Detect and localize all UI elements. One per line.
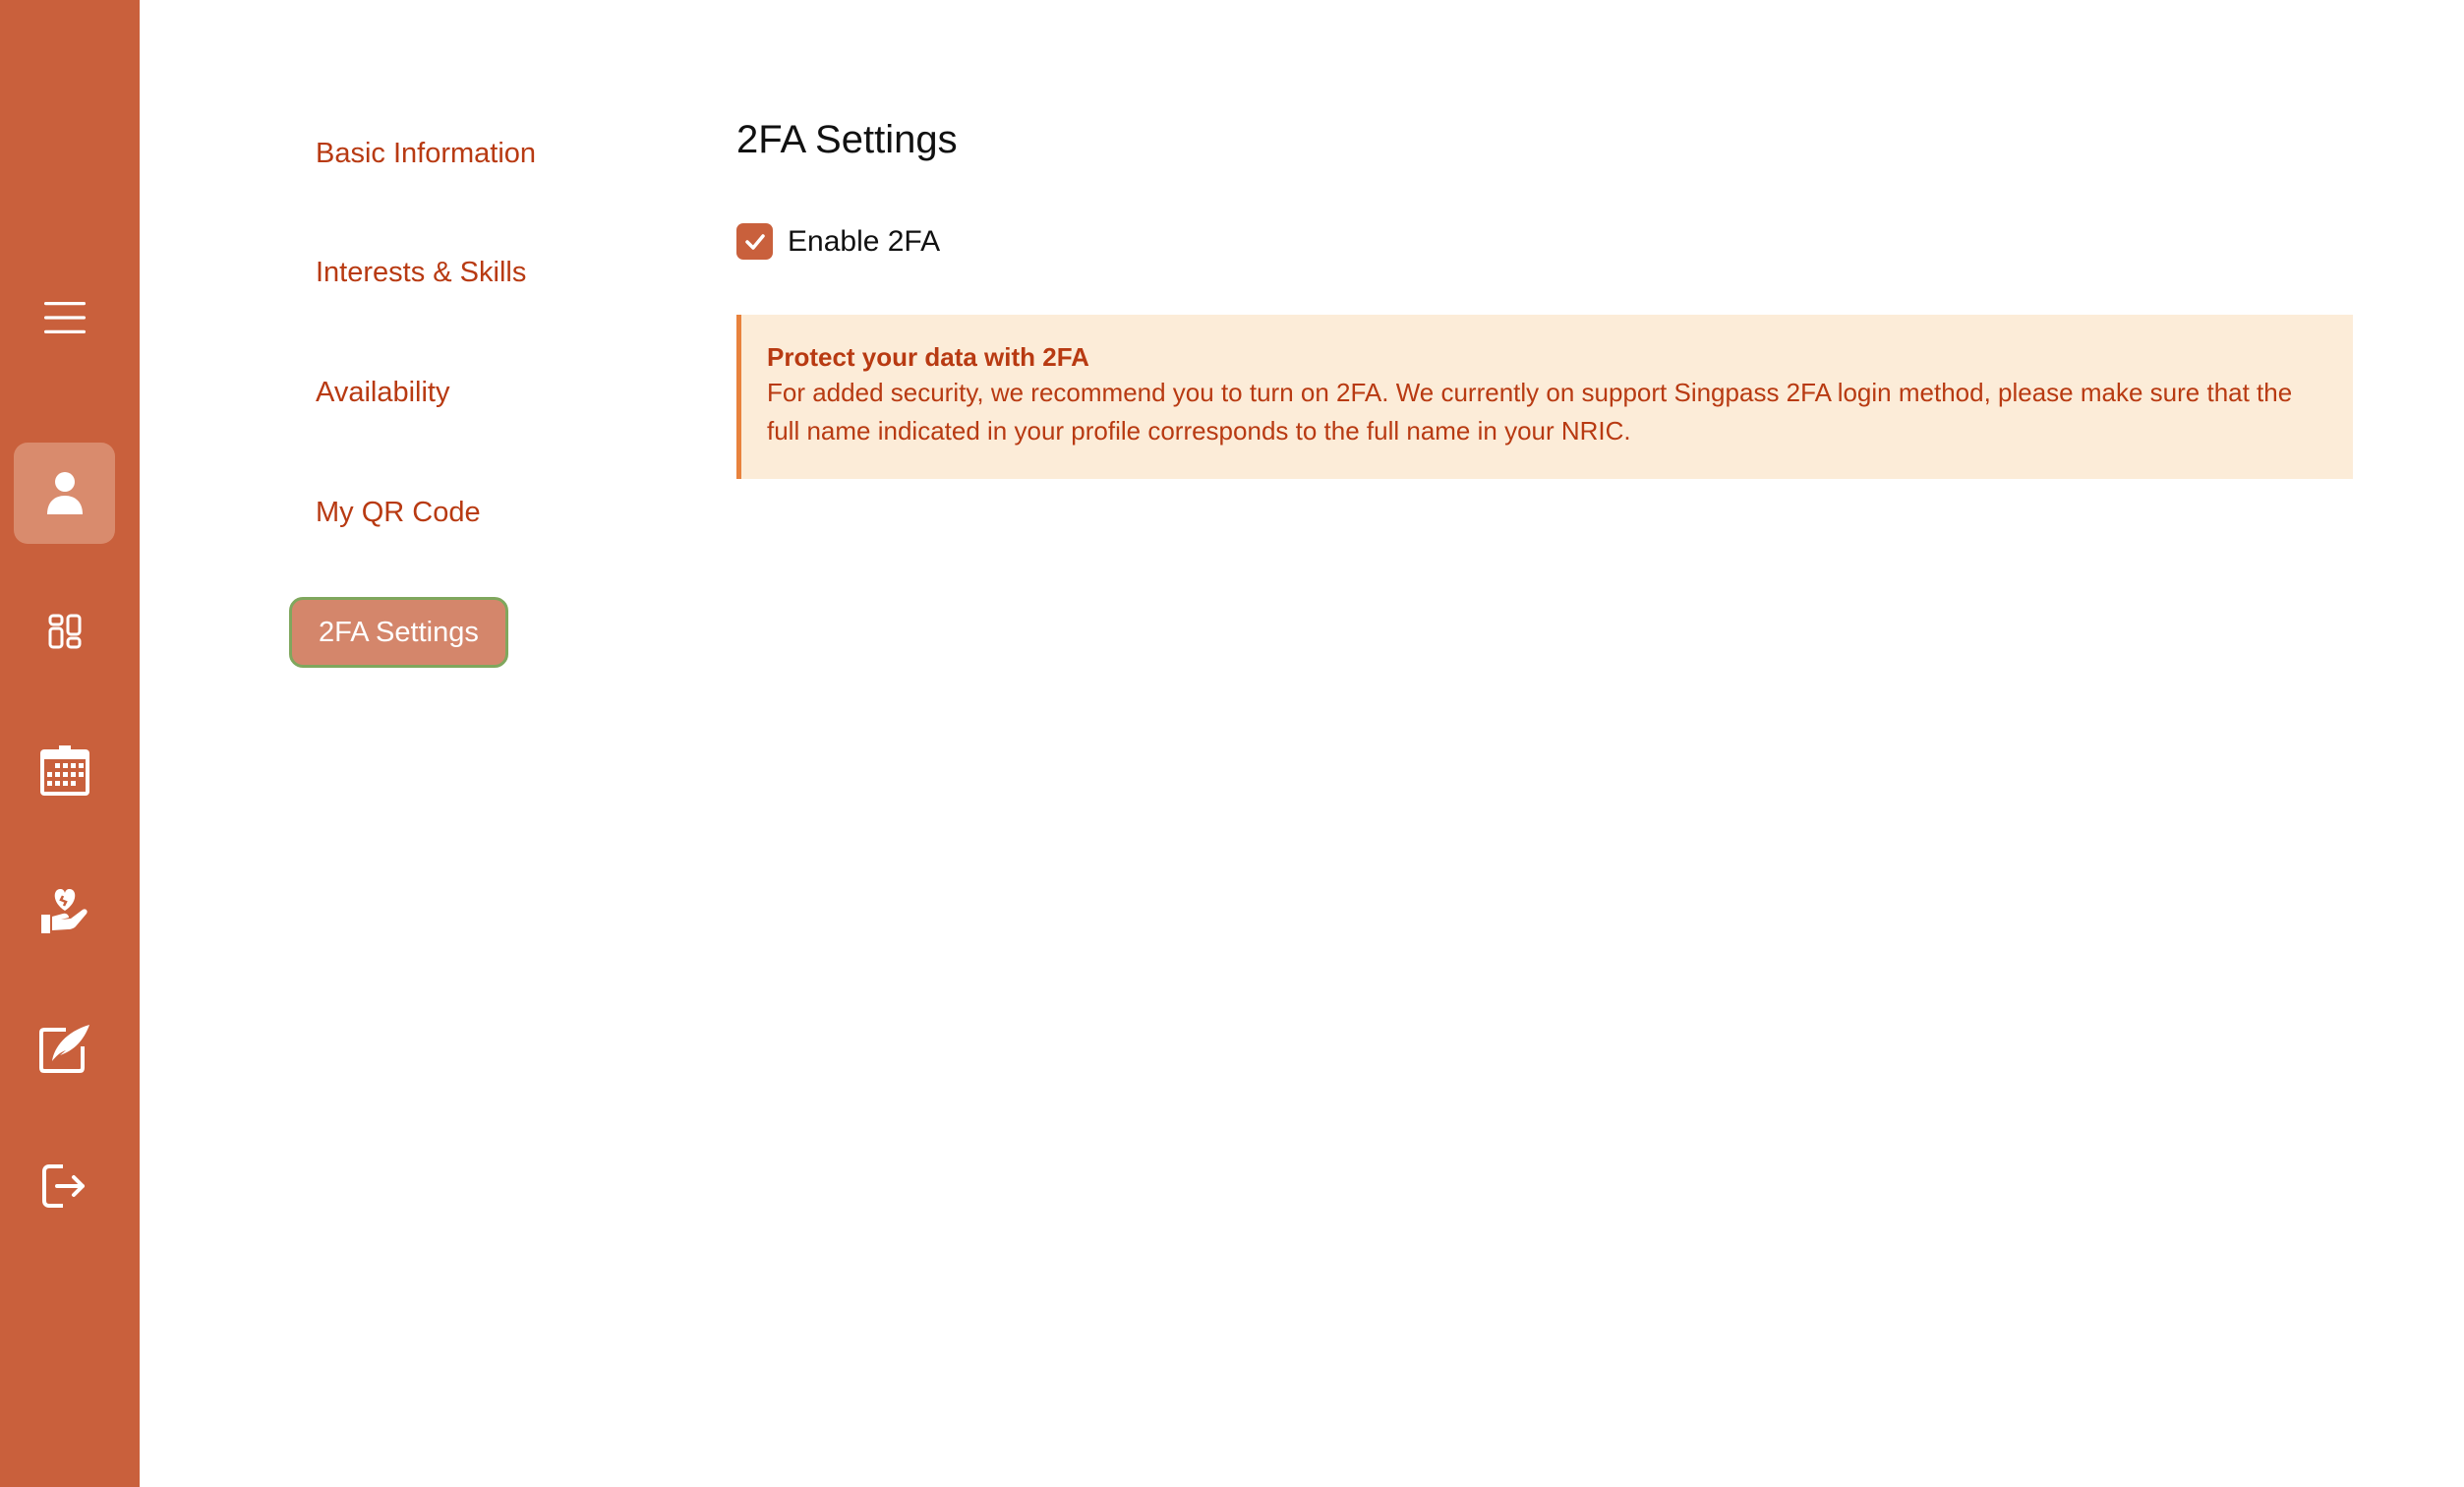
- subnav-item-basic-information[interactable]: Basic Information: [289, 118, 562, 189]
- checkmark-icon: [744, 233, 765, 250]
- dashboard-button[interactable]: [14, 580, 115, 682]
- menu-button[interactable]: [14, 267, 115, 368]
- logout-icon: [41, 1163, 85, 1208]
- menu-icon: [43, 301, 86, 333]
- edit-button[interactable]: [14, 997, 115, 1099]
- profile-button[interactable]: [14, 443, 115, 544]
- alert-title: Protect your data with 2FA: [767, 342, 1089, 372]
- enable-2fa-label: Enable 2FA: [788, 224, 941, 258]
- calendar-button[interactable]: [14, 720, 115, 821]
- 2fa-info-alert: Protect your data with 2FA For added sec…: [736, 315, 2353, 479]
- alert-body: For added security, we recommend you to …: [767, 378, 2293, 446]
- subnav-item-2fa-settings[interactable]: 2FA Settings: [289, 597, 508, 668]
- enable-2fa-checkbox[interactable]: Enable 2FA: [736, 223, 940, 260]
- subnav-item-my-qr-code[interactable]: My QR Code: [289, 477, 507, 548]
- sidebar: [0, 0, 140, 1487]
- edit-quill-icon: [38, 1024, 89, 1073]
- volunteer-heart-hand-icon: [40, 888, 88, 933]
- subnav-item-availability[interactable]: Availability: [289, 357, 476, 428]
- profile-icon: [46, 471, 83, 514]
- page-title: 2FA Settings: [736, 118, 958, 161]
- checkbox-checked[interactable]: [736, 223, 773, 260]
- calendar-icon: [39, 744, 89, 796]
- volunteer-button[interactable]: [14, 859, 115, 960]
- logout-button[interactable]: [14, 1135, 115, 1236]
- dashboard-icon: [48, 614, 81, 648]
- subnav-item-interests-skills[interactable]: Interests & Skills: [289, 237, 553, 308]
